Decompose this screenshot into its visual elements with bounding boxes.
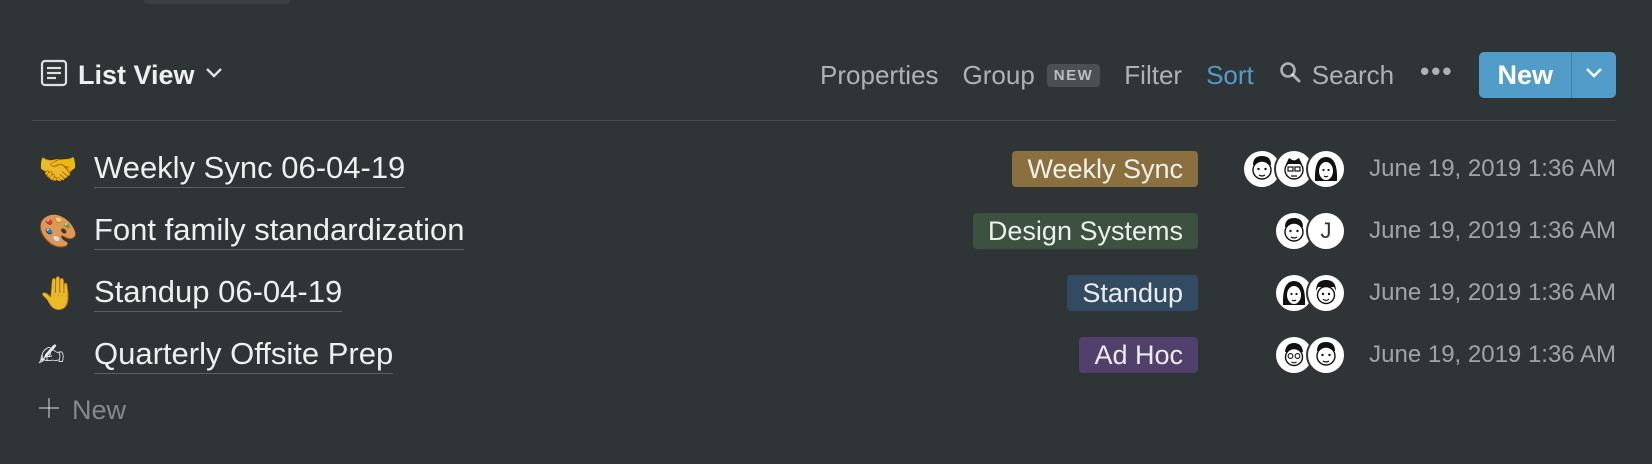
plus-icon bbox=[38, 397, 60, 424]
add-new-label: New bbox=[72, 395, 127, 425]
search-label: Search bbox=[1311, 59, 1395, 90]
page-emoji-icon: 🤚 bbox=[38, 274, 78, 312]
new-button[interactable]: New bbox=[1479, 52, 1571, 98]
list-item[interactable]: 🎨 Font family standardization Design Syste… bbox=[32, 200, 1616, 262]
filter-button[interactable]: Filter bbox=[1112, 55, 1194, 95]
created-date: June 19, 2019 1:36 AM bbox=[1369, 155, 1616, 182]
new-button-group: New bbox=[1479, 52, 1616, 98]
search-icon bbox=[1278, 60, 1302, 91]
participants bbox=[1226, 335, 1346, 375]
participants bbox=[1226, 149, 1346, 189]
search-button[interactable]: Search bbox=[1266, 55, 1406, 95]
group-label: Group bbox=[962, 59, 1035, 90]
page-title-link[interactable]: Font family standardization bbox=[94, 212, 465, 250]
list-item[interactable]: ✍ Quarterly Offsite Prep Ad Hoc June 19, 20… bbox=[32, 324, 1616, 386]
page-emoji-icon: 🤝 bbox=[38, 150, 78, 188]
page-emoji-icon: 🎨 bbox=[38, 212, 78, 250]
type-tag: Ad Hoc bbox=[1079, 337, 1198, 373]
avatar bbox=[1306, 273, 1346, 313]
avatar-initial: J bbox=[1320, 218, 1332, 243]
sort-button[interactable]: Sort bbox=[1194, 55, 1266, 95]
page-title-link[interactable]: Quarterly Offsite Prep bbox=[94, 336, 394, 374]
tab-stub bbox=[144, 0, 290, 4]
more-options-button[interactable]: ••• bbox=[1406, 51, 1467, 99]
new-badge: NEW bbox=[1046, 63, 1101, 87]
list-item[interactable]: 🤚 Standup 06-04-19 Standup June 19, 2019 1:… bbox=[32, 262, 1616, 324]
page-title-link[interactable]: Standup 06-04-19 bbox=[94, 274, 343, 312]
page-title-link[interactable]: Weekly Sync 06-04-19 bbox=[94, 150, 406, 188]
add-new-row-button[interactable]: New bbox=[38, 395, 126, 426]
type-tag: Weekly Sync bbox=[1012, 151, 1198, 187]
group-button[interactable]: Group NEW bbox=[951, 55, 1113, 95]
page-emoji-icon: ✍ bbox=[38, 336, 65, 374]
chevron-down-icon bbox=[1585, 66, 1603, 84]
type-tag: Design Systems bbox=[972, 213, 1198, 249]
created-date: June 19, 2019 1:36 AM bbox=[1369, 217, 1616, 244]
avatar bbox=[1306, 335, 1346, 375]
new-dropdown-button[interactable] bbox=[1571, 52, 1616, 98]
participants: J bbox=[1226, 211, 1346, 251]
toolbar-actions: Properties Group NEW Filter Sort Search … bbox=[808, 51, 1616, 99]
avatar: J bbox=[1306, 211, 1346, 251]
created-date: June 19, 2019 1:36 AM bbox=[1369, 279, 1616, 306]
list-rows: 🤝 Weekly Sync 06-04-19 Weekly Sync June 19,… bbox=[32, 138, 1616, 386]
chevron-down-icon bbox=[205, 66, 223, 84]
type-tag: Standup bbox=[1067, 275, 1198, 311]
created-date: June 19, 2019 1:36 AM bbox=[1369, 341, 1616, 368]
participants bbox=[1226, 273, 1346, 313]
avatar bbox=[1306, 149, 1346, 189]
list-item[interactable]: 🤝 Weekly Sync 06-04-19 Weekly Sync June 19,… bbox=[32, 138, 1616, 200]
view-name: List View bbox=[78, 59, 195, 90]
properties-button[interactable]: Properties bbox=[808, 55, 951, 95]
toolbar-divider bbox=[32, 120, 1616, 121]
view-switcher[interactable]: List View bbox=[30, 55, 233, 95]
list-view-icon bbox=[40, 59, 68, 92]
database-toolbar: List View Properties Group NEW Filter So… bbox=[32, 48, 1616, 102]
